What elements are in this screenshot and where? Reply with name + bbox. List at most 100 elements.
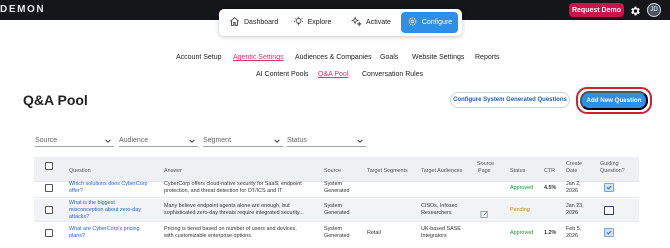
chevron-down-icon bbox=[104, 137, 112, 145]
subnav-qa-pool[interactable]: Q&A Pool bbox=[318, 71, 348, 78]
create-date: Jan 23, bbox=[566, 203, 584, 209]
subnav-goals[interactable]: Goals bbox=[380, 54, 398, 61]
select-all-checkbox[interactable] bbox=[45, 162, 53, 170]
guiding-question-checkbox[interactable] bbox=[604, 206, 614, 215]
user-avatar[interactable]: JD bbox=[647, 3, 661, 17]
question-text[interactable]: misconception about zero-day bbox=[69, 207, 141, 214]
question-text[interactable]: offer? bbox=[69, 188, 83, 195]
audience-filter-label: Audience bbox=[119, 137, 149, 144]
request-demo-button[interactable]: Request Demo bbox=[569, 3, 624, 17]
subnav-conversation-rules[interactable]: Conversation Rules bbox=[362, 71, 423, 78]
col-target-audiences[interactable]: Target Audiences bbox=[421, 168, 462, 175]
module-explore[interactable]: Explore bbox=[283, 12, 341, 33]
subnav-agentic-settings[interactable]: Agentic Settings bbox=[233, 54, 284, 61]
col-question[interactable]: Question bbox=[69, 168, 91, 175]
module-activate[interactable]: Activate bbox=[343, 12, 399, 33]
edit-source-page-icon[interactable] bbox=[480, 206, 489, 219]
table-row[interactable]: What are CyberCorp's pricing plans? Pric… bbox=[34, 223, 639, 248]
module-dashboard[interactable]: Dashboard bbox=[223, 12, 281, 33]
col-source-page-1[interactable]: Source bbox=[477, 161, 494, 168]
answer-text: sophisticated zero-day threats require i… bbox=[164, 210, 304, 216]
segment-filter[interactable]: Segment bbox=[203, 135, 283, 147]
col-create-date-2: Date bbox=[566, 168, 578, 174]
target-audience: CISOs, Infosec bbox=[421, 203, 458, 209]
create-date: 2026 bbox=[566, 233, 578, 239]
chevron-down-icon bbox=[273, 137, 281, 145]
bulb-icon bbox=[293, 16, 304, 29]
subnav-reports[interactable]: Reports bbox=[475, 54, 500, 61]
col-ctr[interactable]: CTR bbox=[544, 168, 555, 175]
target-audience: UK-based SASE bbox=[421, 226, 461, 232]
status-badge: Pending bbox=[510, 207, 530, 213]
module-activate-label: Activate bbox=[366, 19, 391, 26]
row-checkbox[interactable] bbox=[45, 206, 53, 214]
sparkle-icon bbox=[351, 16, 362, 29]
audience-filter[interactable]: Audience bbox=[119, 135, 198, 147]
module-configure-label: Configure bbox=[421, 19, 453, 26]
source-text: Generated bbox=[324, 233, 350, 239]
add-new-question-button[interactable]: Add New Question bbox=[580, 91, 648, 110]
segment-filter-label: Segment bbox=[203, 137, 232, 144]
status-badge: Approved bbox=[510, 185, 534, 191]
target-audience: Integrators bbox=[421, 233, 447, 239]
source-text: System bbox=[324, 181, 342, 187]
create-date: 2026 bbox=[566, 210, 578, 216]
module-switcher: Dashboard Explore Activate Configure bbox=[219, 9, 462, 36]
question-text[interactable]: Which solutions does CyberCorp bbox=[69, 181, 148, 188]
source-text: Generated bbox=[324, 188, 350, 194]
question-text[interactable]: What are CyberCorp's pricing bbox=[69, 226, 140, 233]
status-filter-label: Status bbox=[287, 137, 307, 144]
source-filter[interactable]: Source bbox=[35, 135, 114, 147]
cog-icon bbox=[407, 16, 418, 29]
module-dashboard-label: Dashboard bbox=[244, 19, 279, 26]
col-status[interactable]: Status bbox=[510, 168, 525, 175]
question-text[interactable]: What is the biggest bbox=[69, 200, 115, 207]
ctr-value: 4.5% bbox=[544, 185, 557, 191]
table-row[interactable]: Which solutions does CyberCorp offer? Cy… bbox=[34, 178, 639, 198]
module-configure[interactable]: Configure bbox=[401, 12, 458, 33]
source-text: System bbox=[324, 226, 342, 232]
target-audience: Researchers bbox=[421, 210, 452, 216]
chevron-down-icon bbox=[188, 137, 196, 145]
answer-text: CyberCorp offers cloud-native security f… bbox=[164, 181, 302, 187]
app-logo[interactable]: DEMON bbox=[0, 4, 45, 15]
settings-gear-icon[interactable] bbox=[629, 4, 641, 16]
answer-text: with customizable enterprise options. bbox=[164, 233, 253, 239]
status-filter[interactable]: Status bbox=[287, 135, 366, 147]
subnav-audiences-companies[interactable]: Audiences & Companies bbox=[295, 54, 372, 61]
module-explore-label: Explore bbox=[307, 19, 332, 26]
guiding-question-checkbox[interactable] bbox=[604, 228, 614, 237]
source-text: Generated bbox=[324, 210, 350, 216]
ctr-value: 1.2% bbox=[544, 230, 557, 236]
chevron-down-icon bbox=[356, 137, 364, 145]
create-date: Jan 2, bbox=[566, 181, 581, 187]
create-date: Feb 5, bbox=[566, 226, 582, 232]
source-text: System bbox=[324, 203, 342, 209]
col-guiding-1[interactable]: Guiding bbox=[600, 161, 619, 168]
subnav-ai-content-pools[interactable]: AI Content Pools bbox=[256, 71, 309, 78]
answer-text: protection, and threat detection for OT/… bbox=[164, 188, 283, 194]
home-icon bbox=[229, 16, 240, 29]
col-target-segments[interactable]: Target Segments bbox=[367, 168, 408, 175]
col-source-page-2: Page bbox=[478, 168, 491, 174]
answer-text: Pricing is tiered based on number of use… bbox=[164, 226, 297, 232]
configure-system-questions-button[interactable]: Configure System Generated Questions bbox=[450, 92, 570, 108]
col-create-date-1[interactable]: Create bbox=[566, 161, 582, 168]
subnav-account-setup[interactable]: Account Setup bbox=[176, 54, 222, 61]
create-date: 2026 bbox=[566, 188, 578, 194]
table-row[interactable]: What is the biggest misconception about … bbox=[34, 199, 639, 222]
subnav-website-settings[interactable]: Website Settings bbox=[412, 54, 464, 61]
status-badge: Approved bbox=[510, 230, 534, 236]
guiding-question-checkbox[interactable] bbox=[604, 183, 614, 192]
col-guiding-2: Question? bbox=[600, 168, 625, 174]
question-text[interactable]: attacks? bbox=[69, 214, 89, 221]
answer-text: Many believe endpoint agents alone are e… bbox=[164, 203, 290, 209]
page-title: Q&A Pool bbox=[23, 92, 88, 108]
col-source[interactable]: Source bbox=[324, 168, 341, 175]
target-segment: Retail bbox=[367, 230, 381, 236]
question-text[interactable]: plans? bbox=[69, 233, 85, 240]
source-filter-label: Source bbox=[35, 137, 58, 144]
col-answer[interactable]: Answer bbox=[164, 168, 182, 175]
row-checkbox[interactable] bbox=[45, 229, 53, 237]
row-checkbox[interactable] bbox=[45, 184, 53, 192]
